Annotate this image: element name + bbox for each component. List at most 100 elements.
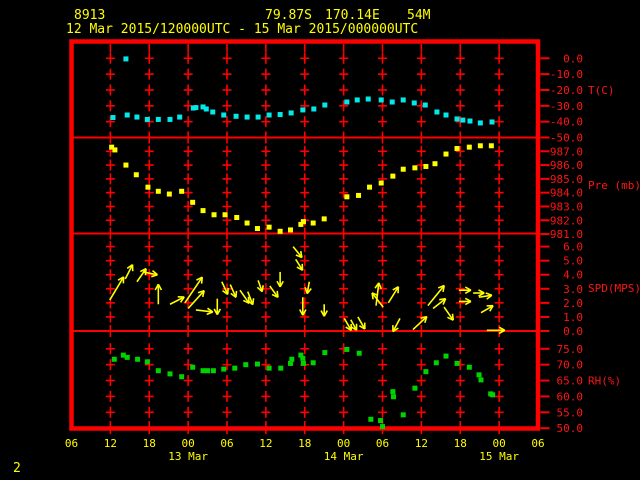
relative-humidity-point [443, 353, 449, 359]
x-hour-label: 06 [531, 437, 544, 450]
x-hour-label: 18 [298, 437, 311, 450]
temperature-point [110, 115, 116, 121]
pressure-point [200, 208, 206, 214]
relative-humidity-point [190, 364, 196, 370]
page-number: 2 [13, 461, 21, 476]
ytick-label: 981.0 [550, 228, 583, 241]
wind-arrow-head [439, 297, 446, 301]
ytick-label: 5.0 [563, 255, 583, 268]
pressure-point [287, 227, 293, 233]
ytick-label: -50.0 [550, 132, 583, 145]
x-date-label: 15 Mar [479, 450, 519, 463]
temperature-point [123, 56, 129, 62]
relative-humidity-point [111, 356, 117, 362]
y-axis-title: SPD(MPS) [588, 282, 640, 295]
pressure-point [400, 166, 406, 172]
pressure-point [488, 143, 494, 149]
pressure-point [432, 161, 438, 167]
ytick-label: 1.0 [563, 311, 583, 324]
relative-humidity-point [205, 368, 211, 374]
ytick-label: 60.0 [557, 390, 584, 403]
ytick-label: -30.0 [550, 100, 583, 113]
wind-arrow-head [276, 290, 279, 298]
pressure-point [155, 188, 161, 194]
pressure-point [367, 184, 373, 190]
temperature-point [467, 118, 473, 124]
temperature-point [422, 102, 428, 108]
x-hour-label: 06 [65, 437, 78, 450]
temperature-point [193, 105, 199, 111]
x-date-label: 14 Mar [324, 450, 364, 463]
y-axis-title: T(C) [588, 84, 615, 97]
ytick-label: 55.0 [557, 406, 584, 419]
wind-arrow-head [485, 292, 493, 296]
ytick-label: 982.0 [550, 214, 583, 227]
temperature-point [210, 109, 216, 115]
meteogram-screen: 8913 79.87S 170.14E 54M 12 Mar 2015/1200… [0, 0, 640, 480]
temperature-point [434, 109, 440, 115]
temperature-point [477, 120, 483, 126]
relative-humidity-point [391, 394, 397, 400]
temperature-point [300, 107, 306, 113]
temperature-point [365, 96, 371, 102]
pressure-point [123, 162, 129, 168]
ytick-label: 75.0 [557, 343, 584, 356]
wind-arrow-head [251, 298, 255, 305]
temperature-point [233, 113, 239, 119]
pressure-point [300, 219, 306, 225]
relative-humidity-point [221, 366, 227, 372]
temperature-point [277, 112, 283, 118]
ytick-label: 984.0 [550, 187, 583, 200]
temperature-point [221, 112, 227, 118]
pressure-point [166, 191, 172, 197]
temperature-point [344, 99, 350, 105]
pressure-point [477, 143, 483, 149]
relative-humidity-point [356, 350, 362, 356]
x-hour-label: 06 [220, 437, 233, 450]
x-hour-label: 18 [143, 437, 156, 450]
x-hour-label: 06 [376, 437, 389, 450]
wind-arrow-shaft [412, 316, 428, 331]
ytick-label: 983.0 [550, 200, 583, 213]
wind-arrow-head [261, 285, 264, 292]
pressure-point [344, 194, 350, 200]
wind-arrow-head [206, 311, 214, 316]
ytick-label: 4.0 [563, 269, 583, 282]
relative-humidity-point [135, 356, 141, 362]
x-hour-label: 12 [104, 437, 117, 450]
y-axis-title: RH(%) [588, 375, 621, 388]
relative-humidity-point [344, 346, 350, 352]
relative-humidity-point [454, 360, 460, 366]
temperature-point [389, 99, 395, 105]
pressure-point [321, 216, 327, 222]
relative-humidity-point [232, 365, 238, 371]
relative-humidity-point [400, 412, 406, 418]
relative-humidity-point [210, 368, 216, 374]
temperature-point [311, 106, 317, 112]
relative-humidity-point [179, 374, 185, 380]
ytick-label: 50.0 [557, 422, 584, 435]
relative-humidity-point [380, 424, 385, 430]
relative-humidity-point [266, 365, 272, 371]
ytick-label: 985.0 [550, 173, 583, 186]
wind-arrow-head [235, 290, 238, 298]
ytick-label: 987.0 [550, 145, 583, 158]
pressure-point [254, 226, 260, 232]
ytick-label: 986.0 [550, 159, 583, 172]
relative-humidity-point [254, 361, 260, 367]
relative-humidity-point [490, 392, 496, 398]
x-hour-label: 00 [337, 437, 350, 450]
temperature-point [144, 116, 150, 122]
pressure-point [234, 215, 240, 220]
pressure-point [277, 228, 283, 234]
temperature-point [266, 112, 272, 118]
relative-humidity-point [243, 362, 249, 368]
temperature-point [255, 114, 261, 120]
temperature-point [454, 116, 460, 122]
relative-humidity-point [310, 360, 316, 366]
temperature-point [378, 97, 384, 103]
pressure-point [423, 163, 429, 169]
x-hour-label: 00 [182, 437, 195, 450]
relative-humidity-point [368, 416, 374, 422]
temperature-point [167, 116, 173, 122]
